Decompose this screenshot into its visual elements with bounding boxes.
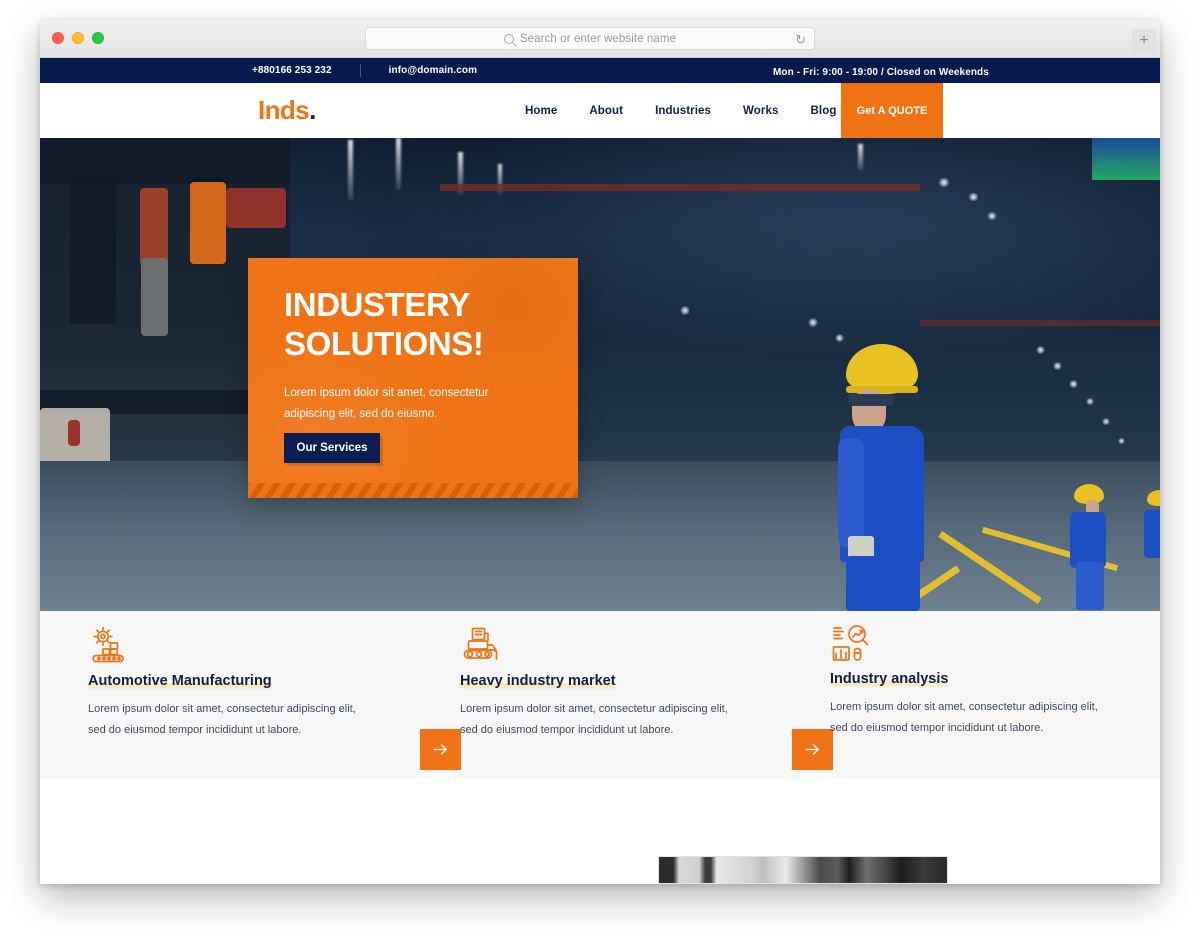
hero-background-image bbox=[40, 138, 1160, 611]
hero-stripe-decoration bbox=[248, 483, 578, 498]
feature-card-automotive[interactable]: Automotive Manufacturing Lorem ipsum dol… bbox=[88, 611, 461, 779]
address-bar-placeholder: Search or enter website name bbox=[519, 32, 677, 45]
feature-text-industry-analysis: Lorem ipsum dolor sit amet, consectetur … bbox=[830, 701, 1098, 735]
feature-title-industry-analysis: Industry analysis bbox=[830, 671, 949, 687]
close-window-button[interactable] bbox=[52, 32, 64, 44]
hero-card: Industery Solutions! Lorem ipsum dolor s… bbox=[248, 258, 578, 498]
address-bar[interactable]: Search or enter website name ↻ bbox=[365, 27, 815, 50]
bulldozer-icon bbox=[460, 625, 502, 667]
reload-icon[interactable]: ↻ bbox=[795, 33, 806, 46]
browser-titlebar: Search or enter website name ↻ + bbox=[40, 20, 1160, 58]
feature-title-automotive: Automotive Manufacturing bbox=[88, 673, 272, 689]
feature-card-heavy-industry[interactable]: Heavy industry market Lorem ipsum dolor … bbox=[460, 611, 833, 779]
feature-title-heavy-industry: Heavy industry market bbox=[460, 673, 616, 689]
gear-conveyor-icon bbox=[88, 625, 130, 667]
topbar-hours-wrap: Mon - Fri: 9:00 - 19:00 / Closed on Week… bbox=[773, 62, 989, 80]
next-section-image bbox=[658, 856, 948, 884]
next-section-area bbox=[40, 779, 1160, 884]
site-topbar: +880166 253 232 info@domain.com Mon - Fr… bbox=[40, 58, 1160, 83]
feature-arrow-heavy-industry[interactable] bbox=[792, 729, 833, 770]
site-logo[interactable]: Inds. bbox=[258, 95, 316, 126]
features-section: Automotive Manufacturing Lorem ipsum dol… bbox=[40, 611, 1160, 779]
minimize-window-button[interactable] bbox=[72, 32, 84, 44]
nav-item-works[interactable]: Works bbox=[743, 105, 778, 117]
hero-title-line1: Industery bbox=[284, 286, 470, 323]
topbar-hours: Mon - Fri: 9:00 - 19:00 / Closed on Week… bbox=[773, 66, 989, 78]
chart-magnifier-icon bbox=[830, 623, 872, 665]
feature-arrow-automotive[interactable] bbox=[420, 729, 461, 770]
logo-text: Inds bbox=[258, 95, 310, 125]
nav-item-about[interactable]: About bbox=[589, 105, 623, 117]
topbar-phone[interactable]: +880166 253 232 bbox=[252, 65, 332, 76]
topbar-email[interactable]: info@domain.com bbox=[389, 65, 477, 76]
feature-title-text: Industry analysis bbox=[830, 671, 949, 687]
arrow-right-icon bbox=[433, 744, 448, 755]
hero-title: Industery Solutions! bbox=[284, 286, 554, 364]
browser-window: Search or enter website name ↻ + +880166… bbox=[40, 20, 1160, 884]
hero-section: Industery Solutions! Lorem ipsum dolor s… bbox=[40, 138, 1160, 611]
hero-title-line2: Solutions! bbox=[284, 324, 484, 362]
feature-title-text: Automotive Manufacturing bbox=[88, 673, 272, 689]
feature-text-heavy-industry: Lorem ipsum dolor sit amet, consectetur … bbox=[460, 703, 728, 737]
topbar-divider bbox=[359, 64, 361, 77]
page-viewport: +880166 253 232 info@domain.com Mon - Fr… bbox=[40, 58, 1160, 884]
new-tab-button[interactable]: + bbox=[1132, 29, 1156, 53]
site-header: Inds. Home About Industries Works Blog P… bbox=[40, 83, 1160, 138]
feature-card-industry-analysis[interactable]: Industry analysis Lorem ipsum dolor sit … bbox=[830, 609, 1160, 777]
feature-text-automotive: Lorem ipsum dolor sit amet, consectetur … bbox=[88, 703, 356, 737]
our-services-button[interactable]: Our Services bbox=[284, 433, 380, 463]
nav-item-industries[interactable]: Industries bbox=[655, 105, 711, 117]
nav-item-home[interactable]: Home bbox=[525, 105, 557, 117]
hero-subtitle: Lorem ipsum dolor sit amet, consectetur … bbox=[284, 387, 489, 421]
arrow-right-icon bbox=[805, 744, 820, 755]
get-a-quote-button[interactable]: Get A QUOTE bbox=[841, 83, 943, 138]
search-icon bbox=[503, 33, 514, 44]
logo-dot: . bbox=[309, 95, 316, 125]
topbar-contact-group: +880166 253 232 info@domain.com bbox=[252, 64, 477, 77]
maximize-window-button[interactable] bbox=[92, 32, 104, 44]
window-traffic-lights bbox=[52, 32, 104, 44]
feature-title-text: Heavy industry market bbox=[460, 673, 616, 689]
nav-item-blog[interactable]: Blog bbox=[811, 105, 837, 117]
